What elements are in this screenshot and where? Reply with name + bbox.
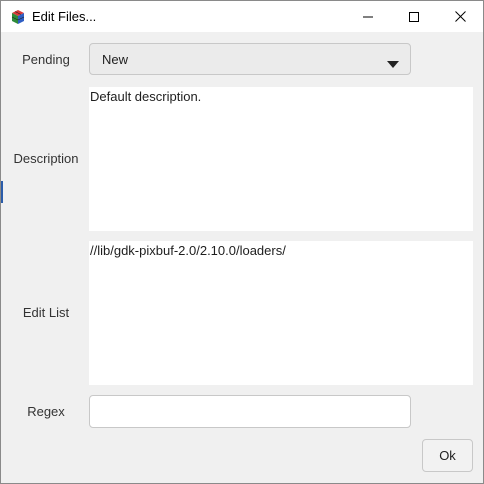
regex-input[interactable]: [89, 395, 411, 428]
maximize-button[interactable]: [391, 1, 437, 32]
edit-list-label: Edit List: [22, 305, 70, 320]
description-label: Description: [13, 151, 79, 166]
edit-files-dialog: Edit Files... Pending New Description De…: [0, 0, 484, 484]
pending-dropdown[interactable]: New: [89, 43, 411, 75]
close-button[interactable]: [437, 1, 483, 32]
ok-button[interactable]: Ok: [422, 439, 473, 472]
minimize-icon: [363, 16, 373, 17]
pending-label: Pending: [22, 52, 70, 67]
window-edge-accent: [1, 181, 3, 203]
minimize-button[interactable]: [345, 1, 391, 32]
edit-list-textarea[interactable]: //lib/gdk-pixbuf-2.0/2.10.0/loaders/: [89, 241, 473, 385]
ok-button-label: Ok: [439, 448, 456, 463]
regex-label: Regex: [27, 404, 65, 419]
dropdown-arrow-icon: [387, 56, 399, 71]
title-bar[interactable]: Edit Files...: [1, 1, 483, 32]
maximize-icon: [409, 11, 419, 22]
pending-selected-value: New: [102, 52, 129, 67]
app-icon: [11, 10, 25, 24]
description-textarea[interactable]: Default description.: [89, 87, 473, 231]
close-icon: [454, 11, 466, 22]
window-title: Edit Files...: [32, 9, 97, 24]
